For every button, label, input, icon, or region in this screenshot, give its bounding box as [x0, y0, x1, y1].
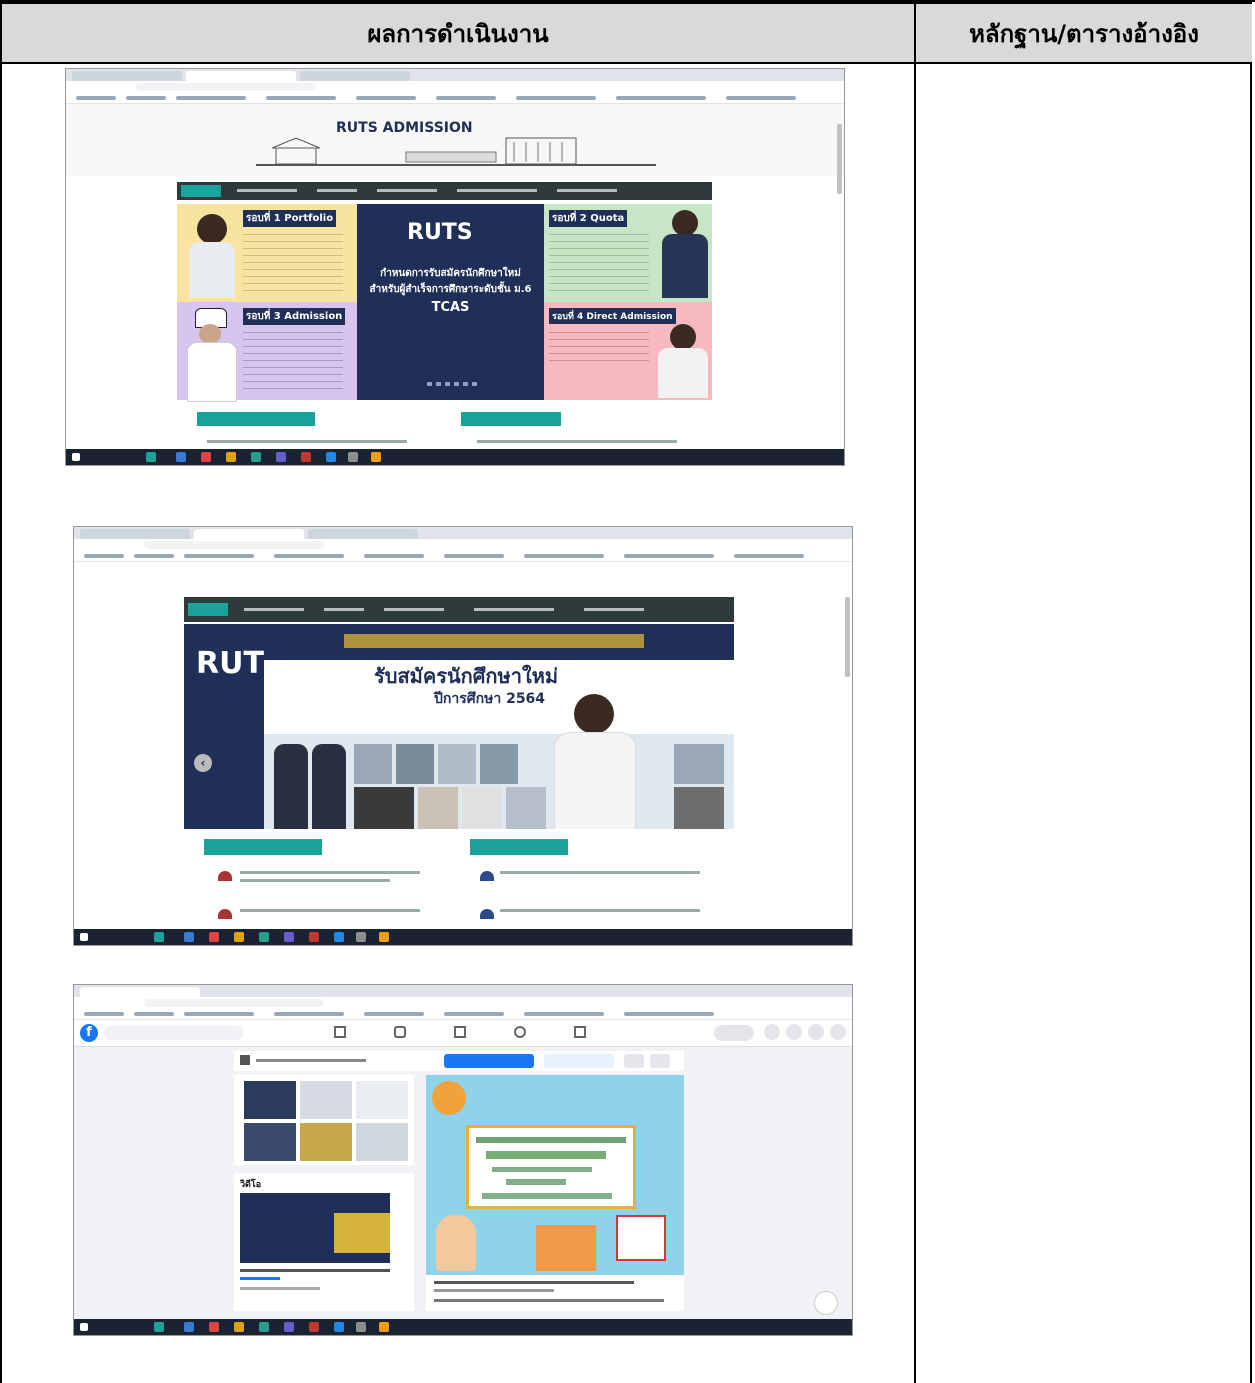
round3-label: รอบที่ 3 Admission	[243, 308, 346, 325]
primary-action-button[interactable]	[444, 1054, 534, 1068]
recruit-year: ปีการศึกษา 2564	[434, 691, 546, 707]
round2-panel: รอบที่ 2 Quota	[544, 204, 712, 302]
account-icon[interactable]	[830, 1024, 846, 1040]
browser-tab-bar	[74, 527, 852, 539]
more-button[interactable]	[650, 1054, 670, 1068]
column-header-evidence: หลักฐาน/ตารางอ้างอิง	[916, 4, 1252, 64]
watch-icon[interactable]	[454, 1026, 466, 1038]
news-tab-1[interactable]	[197, 412, 315, 426]
video-card: วิดีโอ	[234, 1173, 414, 1311]
round1-label: รอบที่ 1 Portfolio	[243, 210, 337, 227]
browser-tab-bar	[66, 69, 844, 81]
windows-taskbar	[66, 449, 844, 465]
tcas-text-line3: TCAS	[431, 300, 470, 315]
screenshot-facebook-page: f วิดีโอ	[73, 984, 853, 1336]
home-icon[interactable]	[334, 1026, 346, 1038]
site-nav-bar	[177, 182, 712, 200]
carousel-prev-icon[interactable]: ‹	[194, 754, 212, 772]
news-tab-1[interactable]	[204, 839, 322, 855]
messenger-icon[interactable]	[786, 1024, 802, 1040]
column-divider	[914, 4, 916, 1383]
news-tab-2[interactable]	[470, 839, 568, 855]
screenshot-ruts-recruitment: RUTS รับสมัครนักศึกษาใหม่ ปีการศึกษา 256…	[73, 526, 853, 946]
pages-icon[interactable]	[394, 1026, 406, 1038]
page-scrollbar[interactable]	[845, 597, 850, 677]
column-header-results: ผลการดำเนินงาน	[2, 4, 914, 64]
profile-chip[interactable]	[714, 1025, 754, 1041]
page-scrollbar[interactable]	[837, 124, 842, 194]
gaming-icon[interactable]	[574, 1026, 586, 1038]
screenshot-ruts-admission-tcas: RUTS ADMISSION รอบที่ 1 Portfolio RUTS ก…	[65, 68, 845, 466]
tcas-text-line1: กำหนดการรับสมัครนักศึกษาใหม่	[380, 268, 521, 279]
recruitment-banner: RUTS รับสมัครนักศึกษาใหม่ ปีการศึกษา 256…	[184, 624, 734, 831]
carousel-dots[interactable]	[427, 382, 477, 386]
news-section	[177, 402, 712, 452]
post-card	[426, 1075, 684, 1311]
windows-taskbar	[74, 1319, 852, 1335]
browser-bookmarks-bar	[66, 93, 844, 104]
round1-panel: รอบที่ 1 Portfolio	[177, 204, 357, 302]
windows-taskbar	[74, 929, 852, 945]
tcas-center-panel: RUTS กำหนดการรับสมัครนักศึกษาใหม่ สำหรับ…	[357, 204, 544, 400]
page-action-bar	[234, 1051, 684, 1071]
new-message-icon[interactable]	[814, 1291, 838, 1315]
site-nav-bar	[184, 597, 734, 622]
round2-label: รอบที่ 2 Quota	[549, 210, 628, 227]
nav-home[interactable]	[181, 185, 221, 197]
site-header: RUTS ADMISSION	[66, 104, 844, 176]
round3-panel: รอบที่ 3 Admission	[177, 302, 357, 402]
secondary-action-button[interactable]	[544, 1054, 614, 1068]
nav-home[interactable]	[188, 603, 228, 616]
browser-bookmarks-bar	[74, 1009, 852, 1020]
news-tab-2[interactable]	[461, 412, 561, 426]
video-section-label: วิดีโอ	[240, 1180, 262, 1190]
search-page-button[interactable]	[624, 1054, 644, 1068]
results-table: ผลการดำเนินงาน หลักฐาน/ตารางอ้างอิง RUTS…	[0, 2, 1252, 1383]
university-name-banner	[344, 634, 644, 648]
groups-icon[interactable]	[514, 1026, 526, 1038]
news-section	[184, 829, 734, 931]
menu-icon[interactable]	[764, 1024, 780, 1040]
building-illustration	[256, 137, 656, 166]
round4-panel: รอบที่ 4 Direct Admission	[544, 302, 712, 400]
round4-label: รอบที่ 4 Direct Admission	[549, 308, 676, 324]
browser-bookmarks-bar	[74, 551, 852, 562]
browser-tab-bar	[74, 985, 852, 997]
facebook-top-bar: f	[74, 1020, 852, 1047]
facebook-logo-icon[interactable]: f	[80, 1024, 98, 1042]
notifications-icon[interactable]	[808, 1024, 824, 1040]
photos-card	[234, 1075, 414, 1165]
facebook-search-input[interactable]	[104, 1026, 244, 1040]
ruts-logo: RUTS	[407, 220, 473, 245]
tcas-text-line2: สำหรับผู้สำเร็จการศึกษาระดับชั้น ม.6	[369, 284, 532, 295]
